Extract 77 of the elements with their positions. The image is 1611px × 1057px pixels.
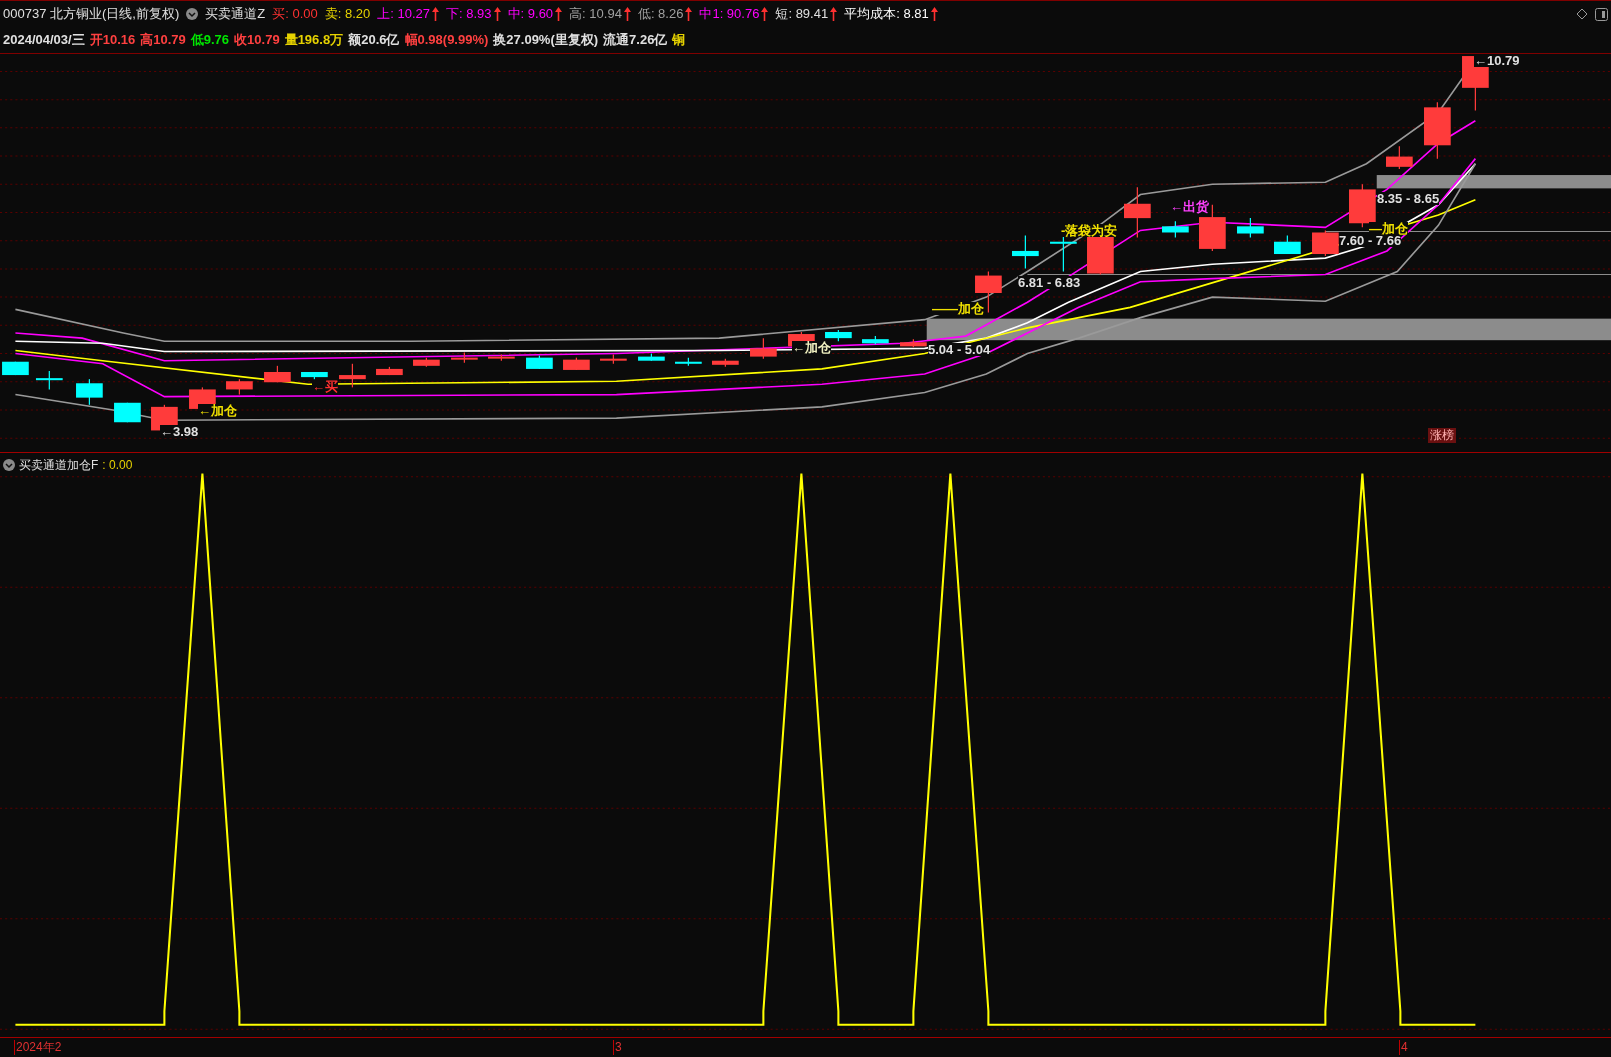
axis-label: 2024年2 xyxy=(14,1040,62,1055)
quote-item: 2024/04/03/三 xyxy=(3,31,85,50)
candlestick xyxy=(301,371,328,380)
quote-item: 额20.6亿 xyxy=(348,31,400,50)
quote-item: 低9.76 xyxy=(190,31,230,50)
candlestick xyxy=(825,329,852,342)
quote-item: 收10.79 xyxy=(234,31,280,50)
quote-item: 幅0.98(9.99%) xyxy=(404,31,489,50)
chart-annotation: —加仓 xyxy=(1369,222,1408,235)
candlestick xyxy=(563,357,590,371)
indicator-panel-name: 买卖通道加仓F xyxy=(19,457,99,474)
candlestick xyxy=(1237,217,1264,239)
candlestick xyxy=(750,337,777,360)
candlestick xyxy=(76,378,103,406)
candlestick xyxy=(339,363,366,388)
axis-label: 4 xyxy=(1399,1040,1408,1055)
axis-label: 3 xyxy=(613,1040,622,1055)
candlestick xyxy=(376,366,403,376)
stock-title: 000737 北方铜业(日线,前复权) xyxy=(3,5,180,24)
candlestick xyxy=(35,370,63,391)
candlestick xyxy=(2,361,29,376)
quote-field: 买: 0.00 xyxy=(272,4,318,24)
chart-annotation: ←3.98 xyxy=(160,425,199,438)
candlestick xyxy=(1424,101,1451,160)
candlestick xyxy=(1162,220,1189,239)
quote-item: 流通7.26亿 xyxy=(603,31,668,50)
quote-field: 短: 89.41 xyxy=(775,4,829,24)
candlestick xyxy=(1312,229,1339,257)
chart-annotation: 6.81 - 6.83 xyxy=(1018,276,1081,289)
candlestick xyxy=(900,338,927,348)
quote-field: 中: 9.60 xyxy=(507,4,554,24)
limit-up-badge: 涨榜 xyxy=(1428,428,1456,443)
chart-annotation: 5.04 - 5.04 xyxy=(928,343,991,356)
candlestick xyxy=(862,335,889,345)
diamond-icon[interactable] xyxy=(1576,8,1588,20)
candlestick xyxy=(226,378,253,396)
quote-field: 卖: 8.20 xyxy=(324,4,371,24)
candlestick xyxy=(1349,183,1376,228)
chart-annotation: ←加仓 xyxy=(792,341,831,354)
quote-field: 下: 8.93 xyxy=(446,4,492,24)
chart-annotation: ←买 xyxy=(312,380,338,393)
chart-annotation: ←加仓 xyxy=(198,404,237,417)
candlestick xyxy=(1012,234,1039,269)
quote-item: 量196.8万 xyxy=(284,31,344,50)
candlestick xyxy=(526,354,553,370)
quote-item: 铜 xyxy=(672,31,686,50)
chart-annotation: ——加仓 xyxy=(932,302,984,315)
chart-annotation: -落袋为安 xyxy=(1061,224,1118,237)
quote-item: 换27.09%(里复权) xyxy=(493,31,599,50)
candlestick xyxy=(451,351,478,364)
candlestick xyxy=(1274,234,1301,255)
quote-field: 低: 8.26 xyxy=(637,4,684,24)
dropdown-icon[interactable] xyxy=(186,8,199,20)
panel-toggle-icon[interactable] xyxy=(1595,7,1608,21)
chart-annotation: 7.60 - 7.66 xyxy=(1339,234,1402,247)
indicator-panel-value: : 0.00 xyxy=(102,457,133,474)
candlestick xyxy=(488,353,515,362)
quote-item: 高10.79 xyxy=(140,31,186,50)
chart-annotation: ←出货 xyxy=(1170,200,1209,213)
chart-annotation: 8.35 - 8.65 xyxy=(1377,192,1440,205)
candlestick xyxy=(114,402,141,423)
dropdown-icon[interactable] xyxy=(3,459,15,471)
chart-annotation: ←10.79 xyxy=(1474,54,1520,67)
candlestick xyxy=(675,357,702,367)
candlestick xyxy=(1386,145,1413,170)
candlestick xyxy=(600,353,627,365)
quote-field: 中1: 90.76 xyxy=(699,4,760,24)
quote-field: 上: 10.27 xyxy=(377,4,431,24)
quote-field: 平均成本: 8.81 xyxy=(844,4,929,24)
indicator-name: 买卖通道Z xyxy=(205,5,266,24)
quote-field: 高: 10.94 xyxy=(569,4,622,24)
candlestick xyxy=(712,358,739,368)
candlestick xyxy=(264,365,291,383)
candlestick xyxy=(1124,186,1151,239)
candlestick xyxy=(638,352,665,362)
candlestick xyxy=(413,357,440,368)
quote-item: 开10.16 xyxy=(89,31,136,50)
